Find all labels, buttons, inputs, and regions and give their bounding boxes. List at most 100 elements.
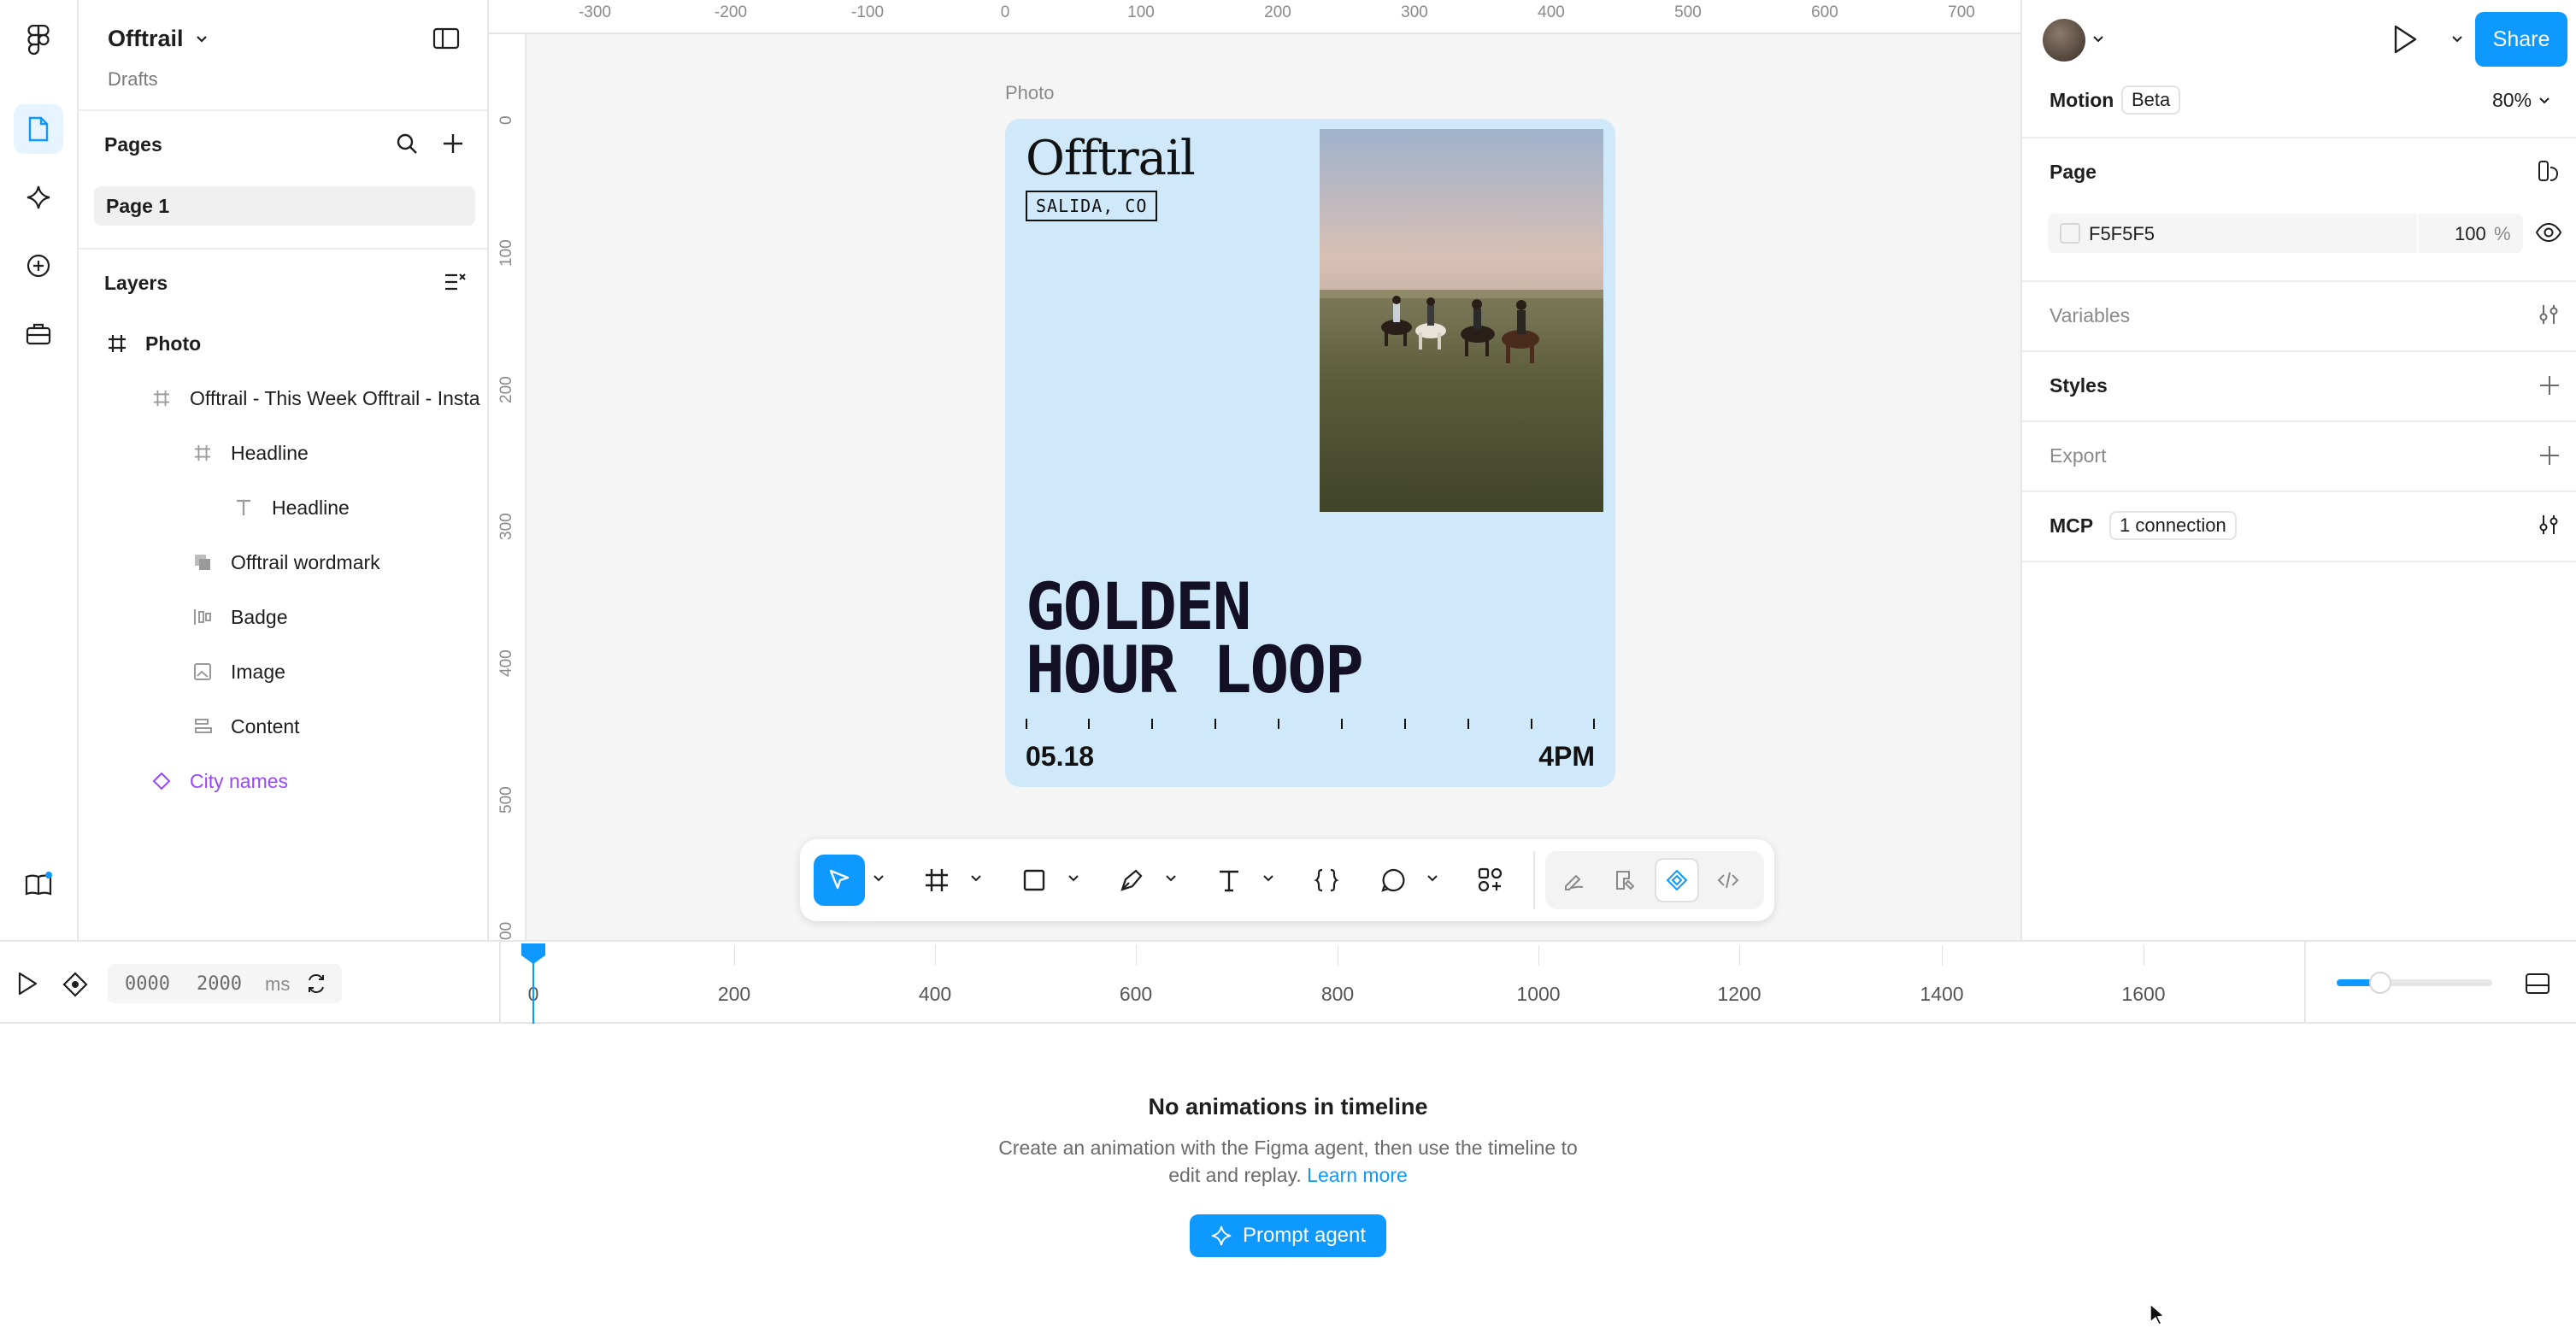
slider-knob[interactable] — [2368, 972, 2391, 994]
chevron-down-icon[interactable] — [1067, 872, 1080, 885]
page-opacity[interactable]: 100 — [2455, 223, 2486, 245]
ruler-label: 00 — [497, 921, 515, 940]
layer-label: Offtrail - This Week Offtrail - Insta — [190, 386, 480, 409]
timeline-zoom-slider[interactable] — [2337, 972, 2492, 994]
playhead-handle-icon[interactable] — [520, 942, 547, 966]
chevron-down-icon[interactable] — [2451, 34, 2463, 44]
prompt-agent-label: Prompt agent — [1242, 1224, 1367, 1247]
chevron-down-icon[interactable] — [969, 872, 983, 885]
keyframe-diamond-icon[interactable] — [62, 971, 89, 998]
play-icon[interactable] — [15, 971, 39, 996]
event-date: 05.18 — [1026, 741, 1095, 772]
time-start[interactable]: 0000 — [125, 973, 170, 995]
timeline-tick — [1942, 945, 1943, 966]
empty-state-content: No animations in timeline Create an anim… — [0, 1094, 2576, 1257]
timeline-mark: 1600 — [2121, 983, 2166, 1005]
photo-frame[interactable]: Offtrail SALIDA, CO GOLDEN HOUR LOOP 05.… — [1005, 119, 1615, 787]
code-braces-tool[interactable] — [1301, 855, 1352, 906]
toggle-sidebar-icon[interactable] — [432, 27, 460, 50]
ruler-top: -300 -200 -100 0 100 200 300 400 500 600… — [489, 0, 2020, 34]
empty-title: No animations in timeline — [1148, 1094, 1428, 1119]
mouse-cursor-icon — [2150, 1302, 2166, 1325]
share-button[interactable]: Share — [2475, 12, 2567, 67]
sparkle-icon — [1211, 1225, 1232, 1246]
headline-line-1: GOLDEN — [1026, 568, 1252, 644]
mcp-connections-badge[interactable]: 1 connection — [2109, 511, 2237, 540]
layer-row-photo[interactable]: Photo — [79, 316, 487, 371]
timeline-mark: 1200 — [1717, 983, 1761, 1005]
mcp-settings-icon[interactable] — [2537, 513, 2561, 537]
comment-tool[interactable] — [1367, 855, 1419, 906]
page-color-hex[interactable]: F5F5F5 — [2089, 223, 2155, 245]
layer-row-image[interactable]: Image — [79, 644, 487, 699]
prompt-agent-button[interactable]: Prompt agent — [1189, 1214, 1387, 1257]
add-export-icon[interactable] — [2538, 444, 2561, 467]
mode-switcher — [1545, 851, 1764, 909]
ruler-label: 700 — [1948, 3, 1975, 21]
visibility-eye-icon[interactable] — [2535, 220, 2562, 244]
panel-layout-icon[interactable] — [2525, 972, 2550, 995]
color-swatch[interactable] — [2060, 223, 2080, 244]
frame-tool[interactable] — [911, 855, 962, 906]
draw-mode[interactable] — [1552, 858, 1597, 902]
chevron-down-icon[interactable] — [1262, 872, 1275, 885]
avatar[interactable] — [2043, 19, 2085, 62]
pen-tool[interactable] — [1106, 855, 1157, 906]
group-icon — [190, 549, 215, 575]
layer-row-offtrail-insta[interactable]: Offtrail - This Week Offtrail - Insta — [79, 371, 487, 426]
motion-mode[interactable] — [1655, 858, 1699, 902]
shape-tool[interactable] — [1009, 855, 1060, 906]
design-mode[interactable] — [1603, 858, 1648, 902]
autolayout-vertical-icon — [190, 714, 215, 739]
dev-mode[interactable] — [1706, 858, 1750, 902]
chevron-down-icon[interactable] — [1164, 872, 1178, 885]
frame-label[interactable]: Photo — [1005, 82, 1055, 104]
loop-icon[interactable] — [304, 972, 328, 995]
add-page-icon[interactable] — [441, 132, 465, 156]
ruler-label: 500 — [497, 786, 515, 814]
actions-tool[interactable] — [1465, 855, 1516, 906]
variables-label[interactable]: Variables — [2050, 304, 2130, 327]
assets-sparkle-icon[interactable] — [14, 173, 63, 222]
layer-row-city-names[interactable]: City names — [79, 754, 487, 808]
mcp-label: MCP — [2050, 514, 2094, 537]
page-item-1[interactable]: Page 1 — [94, 186, 475, 226]
layer-row-headline-frame[interactable]: Headline — [79, 426, 487, 480]
layer-row-badge[interactable]: Badge — [79, 590, 487, 644]
chevron-down-icon[interactable] — [872, 872, 885, 885]
layer-options-icon[interactable] — [443, 270, 467, 294]
layers-title: Layers — [104, 272, 168, 294]
zoom-menu[interactable]: 80% — [2492, 89, 2550, 112]
file-name-menu[interactable]: Offtrail — [108, 26, 208, 52]
layer-row-headline-text[interactable]: Headline — [79, 480, 487, 535]
canvas[interactable]: -300 -200 -100 0 100 200 300 400 500 600… — [489, 0, 2020, 940]
present-play-icon[interactable] — [2391, 24, 2419, 55]
file-pages-icon[interactable] — [14, 104, 63, 154]
chevron-down-icon[interactable] — [1426, 872, 1439, 885]
timeline-ruler[interactable]: 0 200 400 600 800 1000 1200 1400 1600 — [501, 942, 2304, 1025]
add-style-icon[interactable] — [2538, 374, 2561, 397]
chevron-down-icon[interactable] — [2092, 34, 2104, 44]
beta-badge: Beta — [2121, 85, 2181, 115]
layer-row-wordmark[interactable]: Offtrail wordmark — [79, 535, 487, 590]
layer-row-content[interactable]: Content — [79, 699, 487, 754]
search-icon[interactable] — [395, 132, 419, 156]
text-tool[interactable] — [1203, 855, 1255, 906]
figma-menu-icon[interactable] — [14, 15, 63, 65]
learn-more-link[interactable]: Learn more — [1307, 1164, 1408, 1186]
library-book-icon[interactable] — [14, 860, 63, 909]
chevron-down-icon — [196, 35, 207, 43]
add-circle-icon[interactable] — [14, 241, 63, 291]
timeline-tick — [734, 945, 735, 966]
page-section-title: Page — [2050, 161, 2097, 183]
time-range-field[interactable]: 0000 2000 ms — [108, 964, 342, 1003]
page-fill-field[interactable]: F5F5F5 100 % — [2048, 214, 2523, 253]
variables-settings-icon[interactable] — [2537, 303, 2561, 326]
layer-label: Content — [231, 714, 300, 737]
timeline-mark: 600 — [1119, 983, 1153, 1005]
ruler-label: 500 — [1674, 3, 1702, 21]
toolbox-icon[interactable] — [14, 309, 63, 359]
time-end[interactable]: 2000 — [197, 973, 242, 995]
move-tool[interactable] — [814, 855, 865, 906]
page-settings-icon[interactable] — [2537, 159, 2561, 183]
